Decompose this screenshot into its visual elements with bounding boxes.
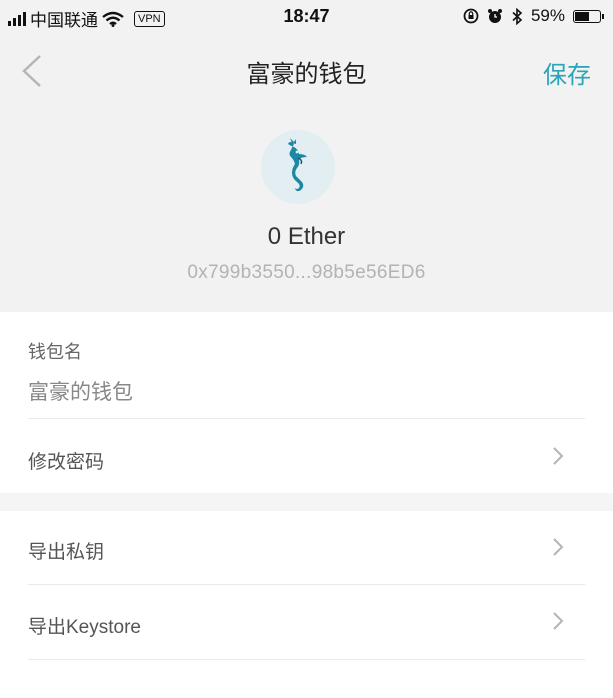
save-button[interactable]: 保存 — [543, 55, 591, 90]
export-keystore-label: 导出Keystore — [28, 617, 141, 638]
divider — [28, 659, 585, 660]
back-button[interactable] — [18, 54, 48, 88]
seahorse-icon — [288, 138, 307, 192]
section-separator — [0, 493, 613, 511]
wallet-name-field[interactable]: 富豪的钱包 — [28, 376, 133, 406]
divider — [28, 418, 585, 419]
battery-fill — [575, 11, 589, 21]
status-bar: 中国联通 VPN 18:47 59% — [0, 0, 613, 34]
battery-icon — [573, 9, 604, 23]
wallet-balance: 0 Ether — [267, 223, 346, 250]
wallet-address: 0x799b3550...98b5e56ED6 — [187, 262, 426, 283]
rotation-lock-icon — [463, 8, 479, 24]
change-password-label: 修改密码 — [28, 452, 105, 473]
battery-percent: 59% — [530, 6, 565, 25]
export-private-key-row[interactable]: 导出私钥 — [0, 511, 613, 584]
bluetooth-icon — [512, 7, 523, 25]
change-password-row[interactable]: 修改密码 — [0, 420, 613, 492]
chevron-right-icon — [553, 538, 564, 556]
wallet-name-label: 钱包名 — [28, 342, 82, 362]
export-keystore-row[interactable]: 导出Keystore — [0, 585, 613, 659]
export-private-key-label: 导出私钥 — [28, 542, 105, 563]
wallet-avatar — [261, 130, 335, 204]
status-right: 59% — [463, 6, 604, 26]
chevron-right-icon — [553, 447, 564, 465]
alarm-icon — [487, 9, 502, 23]
chevron-right-icon — [553, 612, 564, 630]
chevron-left-icon — [22, 55, 41, 87]
